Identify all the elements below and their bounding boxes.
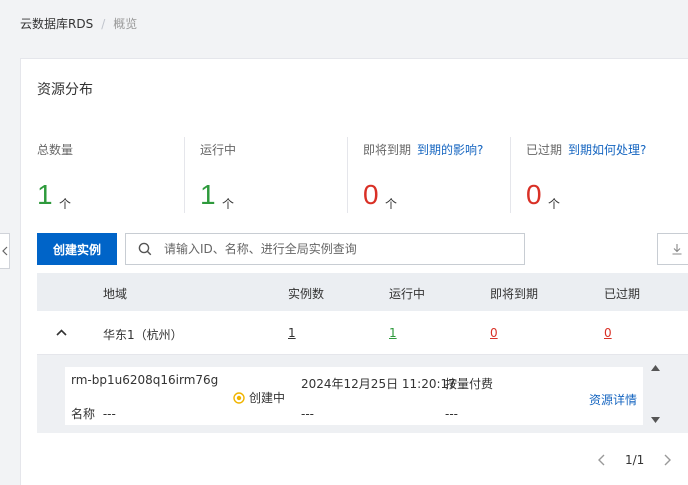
download-button[interactable] [657,233,688,265]
instance-card: rm-bp1u6208q16irm76g 名称 --- 创建中 2024年12月… [65,367,643,425]
instance-name: 名称 --- [71,405,116,422]
status-badge: 创建中 [233,389,285,406]
stat-label: 运行中 [200,143,237,157]
scroll-down-icon [651,417,660,423]
chevron-left-icon [1,246,7,256]
search-box[interactable] [125,233,525,265]
page-indicator: 1/1 [625,453,645,467]
resource-detail-link[interactable]: 资源详情 [589,391,637,408]
breadcrumb-current: 概览 [113,17,138,31]
resource-distribution-card: 资源分布 总数量 1 个 运行中 1 个 即将到期 到期的影响? 0 个 已过期到… [20,58,688,485]
pay-type-sub: --- [445,407,458,421]
pagination: 1/1 [597,453,672,467]
table-header: 地域 实例数 运行中 即将到期 已过期 [37,273,688,311]
expired-count-link[interactable]: 0 [604,326,612,340]
search-input[interactable] [164,242,524,256]
section-title: 资源分布 [37,82,93,98]
scroll-up-icon [651,365,660,371]
breadcrumb: 云数据库RDS / 概览 [20,15,137,32]
chevron-up-icon[interactable] [56,329,67,336]
stat-value: 1 [37,179,53,210]
sidebar-collapse-handle[interactable] [0,233,10,269]
stat-value: 1 [200,179,216,210]
stat-unit: 个 [222,197,235,211]
instance-id[interactable]: rm-bp1u6208q16irm76g [71,373,218,387]
instance-name-label: 名称 [71,407,96,421]
prev-page-icon[interactable] [597,454,605,466]
expiring-count-link[interactable]: 0 [490,326,498,340]
breadcrumb-separator: / [101,16,106,31]
table-row: 华东1（杭州） 1 1 0 0 [37,311,688,355]
created-time: 2024年12月25日 11:20:17 [301,377,456,391]
stat-unit: 个 [59,197,72,211]
divider [347,137,348,213]
created-time-sub: --- [301,407,314,421]
breadcrumb-root[interactable]: 云数据库RDS [20,15,93,32]
column-header-expiring: 即将到期 [490,287,539,301]
stat-unit: 个 [385,197,398,211]
stat-label: 已过期 [526,143,563,157]
create-instance-button[interactable]: 创建实例 [37,233,117,265]
status-text: 创建中 [249,391,286,405]
instance-name-value: --- [102,407,116,421]
instance-detail-panel: rm-bp1u6208q16irm76g 名称 --- 创建中 2024年12月… [37,355,688,433]
pay-type: 按量付费 [445,377,494,391]
next-page-icon[interactable] [664,454,672,466]
running-count-link[interactable]: 1 [389,326,397,340]
column-header-expired: 已过期 [604,287,641,301]
expiry-impact-link[interactable]: 到期的影响? [417,143,483,157]
status-icon [233,391,245,404]
stat-value: 0 [363,179,379,210]
divider [510,137,511,213]
instances-count-link[interactable]: 1 [288,326,296,340]
stat-value: 0 [526,179,542,210]
expired-handling-link[interactable]: 到期如何处理? [568,143,646,157]
column-header-region: 地域 [103,287,128,301]
column-header-instances: 实例数 [288,287,325,301]
column-header-running: 运行中 [389,287,426,301]
stat-label: 总数量 [37,143,74,157]
stat-unit: 个 [548,197,561,211]
search-icon [138,242,152,256]
vertical-scrollbar[interactable] [649,355,663,433]
stats-row: 总数量 1 个 运行中 1 个 即将到期 到期的影响? 0 个 已过期 到期如何处理… [21,137,688,213]
stat-label: 即将到期 [363,143,412,157]
region-name: 华东1（杭州） [103,328,183,342]
divider [184,137,185,213]
download-icon [672,244,682,255]
